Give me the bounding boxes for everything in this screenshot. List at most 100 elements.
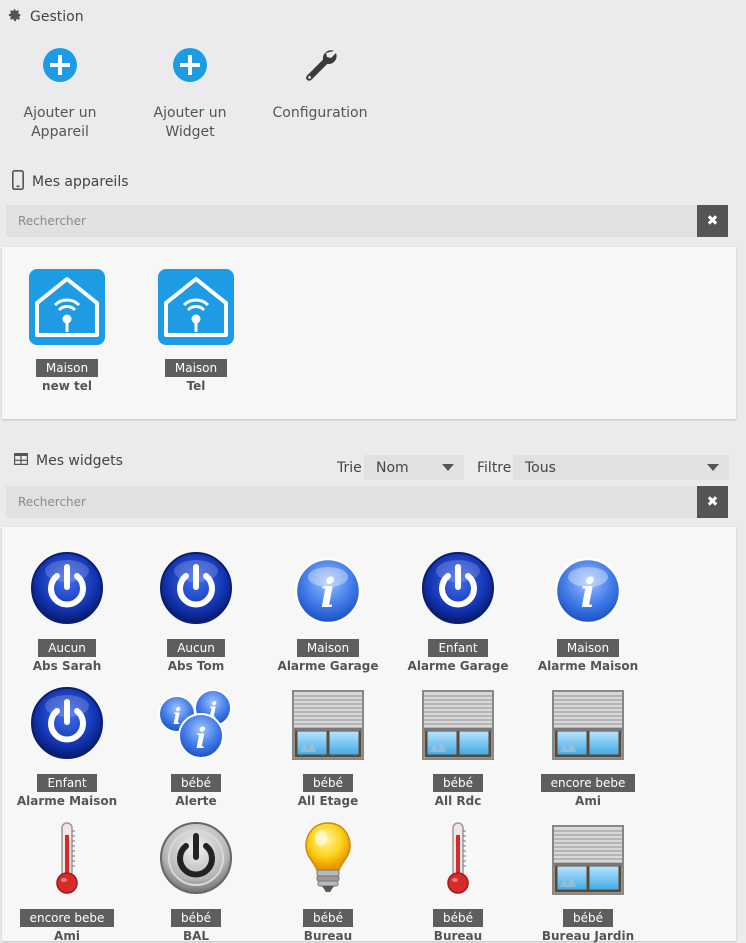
shutter-icon: [393, 682, 523, 760]
room-badge: encore bebe: [19, 909, 115, 927]
mobile-phone-icon: [12, 170, 24, 194]
power-icon: [2, 547, 132, 625]
widget-tile[interactable]: bébé Bureau Jardin: [523, 817, 653, 943]
plus-circle-icon: [131, 44, 249, 86]
thermometer-icon: [393, 817, 523, 895]
shutter-icon: [263, 682, 393, 760]
sort-label: Trie: [337, 460, 362, 476]
info-icon: i: [523, 547, 653, 625]
power-icon: [2, 682, 132, 760]
configuration-label: Configuration: [272, 105, 368, 121]
smart-home-icon: [131, 267, 261, 345]
sort-select[interactable]: Nom: [364, 455, 464, 480]
device-name: new tel: [42, 379, 92, 393]
metal-power-icon: [131, 817, 261, 895]
widgets-clear-search-button[interactable]: ✖: [697, 486, 728, 518]
devices-header: Mes appareils: [12, 170, 129, 194]
widget-name: Alarme Maison: [537, 659, 639, 673]
widgets-search-bar: ✖: [6, 486, 728, 518]
configuration-button[interactable]: Configuration: [265, 44, 375, 123]
svg-text:i: i: [320, 570, 335, 617]
add-widget-button[interactable]: Ajouter un Widget: [131, 44, 249, 142]
widget-name: Abs Sarah: [32, 659, 102, 673]
device-tile[interactable]: Maison Tel: [131, 267, 261, 393]
widgets-panel: Aucun Abs Sarah Aucun Abs Tom i Maison Alarme …: [2, 527, 736, 943]
devices-panel: Maison new tel Maison Tel: [2, 247, 736, 419]
room-badge: bébé: [303, 774, 353, 792]
info-icon: i: [263, 547, 393, 625]
smart-home-icon: [2, 267, 132, 345]
bulb-icon: [263, 817, 393, 895]
room-badge: bébé: [433, 774, 483, 792]
plus-circle-icon: [5, 44, 115, 86]
add-device-button[interactable]: Ajouter un Appareil: [5, 44, 115, 142]
section-title-devices: Mes appareils: [32, 174, 129, 190]
widget-tile[interactable]: i i i bébé Alerte: [131, 682, 261, 808]
gestion-header: Gestion: [8, 8, 84, 26]
widget-tile[interactable]: bébé All Etage: [263, 682, 393, 808]
device-name: Tel: [186, 379, 206, 393]
widget-name: Alarme Maison: [16, 794, 118, 808]
filter-select-value: Tous: [525, 459, 556, 476]
shutter-icon: [523, 817, 653, 895]
widget-tile[interactable]: bébé Bureau: [393, 817, 523, 943]
room-badge: bébé: [171, 909, 221, 927]
room-badge: Maison: [35, 359, 99, 377]
widget-name: Abs Tom: [167, 659, 225, 673]
widget-tile[interactable]: bébé Bureau: [263, 817, 393, 943]
widget-tile[interactable]: Aucun Abs Tom: [131, 547, 261, 673]
widget-name: Alarme Garage: [277, 659, 379, 673]
chevron-down-icon: [442, 464, 454, 471]
room-badge: bébé: [433, 909, 483, 927]
filter-label: Filtre: [477, 460, 512, 476]
gear-icon: [8, 8, 22, 26]
devices-clear-search-button[interactable]: ✖: [697, 205, 728, 237]
widget-tile[interactable]: Enfant Alarme Garage: [393, 547, 523, 673]
room-badge: Maison: [164, 359, 228, 377]
svg-text:i: i: [580, 570, 595, 617]
room-badge: bébé: [171, 774, 221, 792]
wrench-icon: [265, 44, 375, 86]
shutter-icon: [523, 682, 653, 760]
widget-tile[interactable]: i Maison Alarme Maison: [523, 547, 653, 673]
section-title-widgets: Mes widgets: [36, 453, 123, 469]
add-device-label: Ajouter un Appareil: [23, 105, 97, 140]
widget-tile[interactable]: encore bebe Ami: [523, 682, 653, 808]
widget-tile[interactable]: Enfant Alarme Maison: [2, 682, 132, 808]
widget-tile[interactable]: i Maison Alarme Garage: [263, 547, 393, 673]
widget-tile[interactable]: Aucun Abs Sarah: [2, 547, 132, 673]
power-icon: [131, 547, 261, 625]
power-icon: [393, 547, 523, 625]
widget-name: Ami: [575, 794, 601, 808]
widget-tile[interactable]: bébé All Rdc: [393, 682, 523, 808]
room-badge: Maison: [296, 639, 360, 657]
sort-select-value: Nom: [376, 459, 409, 476]
device-tile[interactable]: Maison new tel: [2, 267, 132, 393]
widget-tile[interactable]: bébé BAL: [131, 817, 261, 943]
add-widget-label: Ajouter un Widget: [153, 105, 227, 140]
room-badge: encore bebe: [540, 774, 636, 792]
widget-name: Alerte: [175, 794, 217, 808]
room-badge: bébé: [563, 909, 613, 927]
widget-name: All Rdc: [434, 794, 482, 808]
svg-text:i: i: [196, 722, 207, 755]
room-badge: bébé: [303, 909, 353, 927]
widgets-search-input[interactable]: [6, 486, 697, 518]
widgets-header: Mes widgets: [14, 453, 123, 469]
room-badge: Enfant: [37, 774, 97, 792]
room-badge: Aucun: [38, 639, 96, 657]
chevron-down-icon: [707, 464, 719, 471]
svg-text:i: i: [173, 704, 181, 730]
section-title-gestion: Gestion: [30, 9, 84, 25]
thermometer-icon: [2, 817, 132, 895]
devices-search-bar: ✖: [6, 205, 728, 237]
widget-name: All Etage: [297, 794, 359, 808]
filter-select[interactable]: Tous: [513, 455, 729, 480]
multi-info-icon: iii: [131, 682, 261, 760]
room-badge: Maison: [556, 639, 620, 657]
table-icon: [14, 453, 29, 469]
widget-name: Alarme Garage: [407, 659, 509, 673]
devices-search-input[interactable]: [6, 205, 697, 237]
room-badge: Enfant: [428, 639, 488, 657]
widget-tile[interactable]: encore bebe Ami: [2, 817, 132, 943]
